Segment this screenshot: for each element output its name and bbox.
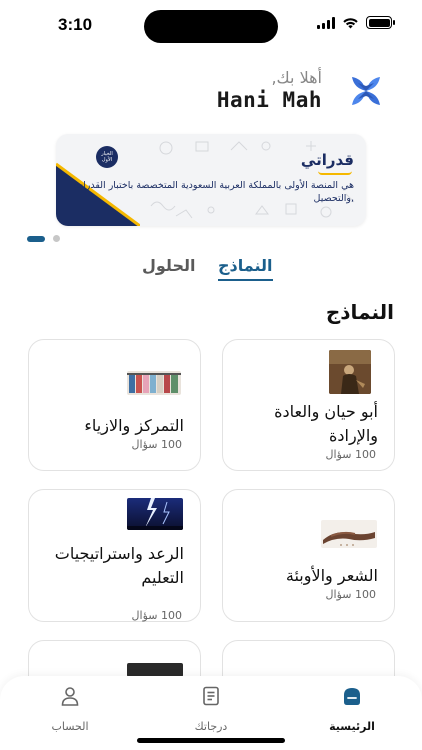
banner-badge: الخيار الأول <box>96 146 118 168</box>
card-question-count: 100 سؤال <box>131 609 182 622</box>
card-title: الشعر والأوبئة <box>285 566 378 585</box>
dynamic-island <box>144 10 278 43</box>
nav-label-account: الحساب <box>51 720 89 733</box>
carousel-dot-active[interactable] <box>27 235 45 242</box>
banner-tagline: هي المنصة الأولى بالمملكة العربية السعود… <box>74 180 354 204</box>
card-title: أبو حيان والعادة والإرادة <box>274 402 378 445</box>
cellular-signal-icon <box>317 16 335 29</box>
card-question-count: 100 سؤال <box>325 588 376 601</box>
nav-item-home[interactable]: الرئيسية <box>307 686 397 733</box>
banner-brand: قدراتي <box>300 151 354 169</box>
model-card[interactable]: التمركز والازياء 100 سؤال <box>28 339 201 471</box>
grades-icon <box>203 686 219 706</box>
card-thumbnail <box>321 520 377 548</box>
app-logo-icon <box>352 77 380 105</box>
brand-underline <box>318 171 352 175</box>
model-card[interactable]: أبو حيان والعادة والإرادة 100 سؤال <box>222 339 395 471</box>
home-indicator <box>137 738 285 743</box>
status-bar: 3:10 <box>0 0 422 54</box>
card-thumbnail <box>127 371 181 395</box>
nav-label-grades: درجاتك <box>194 720 228 733</box>
card-title: التمركز والازياء <box>84 416 184 435</box>
card-thumbnail <box>127 663 183 677</box>
section-title: النماذج <box>325 300 394 324</box>
model-card[interactable]: الرعد واستراتيجيات التعليم 100 سؤال <box>28 489 201 622</box>
promo-banner[interactable]: الخيار الأول قدراتي هي المنصة الأولى بال… <box>56 134 366 226</box>
user-name: Hani Mah <box>216 88 322 112</box>
card-question-count: 100 سؤال <box>131 438 182 451</box>
home-icon <box>344 688 360 705</box>
carousel-dot[interactable] <box>53 235 60 242</box>
nav-item-grades[interactable]: درجاتك <box>166 686 256 733</box>
status-time: 3:10 <box>58 15 93 34</box>
greeting-text: أهلا بك, <box>271 68 322 87</box>
card-question-count: 100 سؤال <box>325 448 376 461</box>
card-thumbnail <box>127 498 183 530</box>
model-card[interactable]: الشعر والأوبئة 100 سؤال <box>222 489 395 622</box>
status-icons <box>317 16 395 29</box>
carousel-pagination <box>27 235 60 242</box>
tab-solutions[interactable]: الحلول <box>142 256 195 275</box>
account-icon <box>61 687 79 706</box>
nav-label-home: الرئيسية <box>329 720 375 733</box>
tab-models[interactable]: النماذج <box>218 256 273 281</box>
battery-icon <box>366 16 395 29</box>
card-thumbnail <box>329 350 371 394</box>
wifi-icon <box>343 17 358 28</box>
nav-item-account[interactable]: الحساب <box>25 686 115 733</box>
card-title: الرعد واستراتيجيات التعليم <box>54 544 184 587</box>
